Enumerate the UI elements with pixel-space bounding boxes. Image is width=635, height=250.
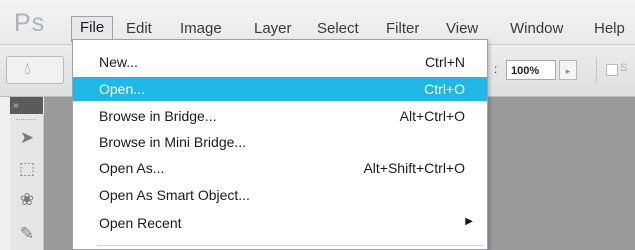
quick-selection-tool-icon[interactable]: ✎ — [16, 224, 38, 244]
menu-item-open-as-smart-object[interactable]: Open As Smart Object... — [73, 183, 487, 207]
zoom-label: : — [494, 62, 498, 76]
menu-item-label: Open... — [99, 81, 145, 97]
tool-preset-picker[interactable]: 💧︎ — [6, 56, 64, 84]
menu-layer[interactable]: Layer — [254, 20, 292, 38]
menu-item-open-recent[interactable]: Open Recent ▶ — [73, 211, 487, 235]
menu-window[interactable]: Window — [510, 20, 563, 38]
menu-item-label: Open Recent — [99, 215, 182, 231]
app-logo: Ps — [14, 9, 46, 37]
options-checkbox[interactable] — [606, 64, 618, 76]
zoom-input[interactable]: 100% — [506, 60, 556, 80]
menu-edit[interactable]: Edit — [126, 20, 152, 38]
panel-grip[interactable] — [16, 119, 36, 122]
photoshop-window: Ps File Edit Image Layer Select Filter V… — [0, 0, 635, 250]
tools-panel-header[interactable]: » — [10, 97, 43, 114]
menu-item-shortcut: Ctrl+N — [424, 54, 465, 70]
menu-help[interactable]: Help — [594, 20, 625, 38]
menu-item-new[interactable]: New... Ctrl+N — [73, 50, 487, 74]
menu-item-shortcut: Alt+Shift+Ctrl+O — [363, 160, 465, 176]
zoom-stepper-button[interactable]: ▸ — [559, 60, 577, 80]
menu-item-shortcut: Ctrl+O — [424, 81, 465, 97]
menu-item-open-as[interactable]: Open As... Alt+Shift+Ctrl+O — [73, 156, 487, 180]
menu-select[interactable]: Select — [317, 20, 359, 38]
water-drop-icon: 💧︎ — [24, 59, 31, 78]
menu-item-open[interactable]: Open... Ctrl+O — [73, 77, 487, 101]
menu-item-label: New... — [99, 54, 138, 70]
submenu-arrow-icon: ▶ — [465, 216, 473, 227]
tools-panel: ➤ ⬚ ❀ ✎ — [10, 114, 44, 250]
menu-view[interactable]: View — [446, 20, 478, 38]
menu-item-label: Open As Smart Object... — [99, 187, 250, 203]
menu-filter[interactable]: Filter — [386, 20, 419, 38]
menu-item-shortcut: Alt+Ctrl+O — [399, 108, 465, 124]
file-menu-dropdown: New... Ctrl+N Open... Ctrl+O Browse in B… — [72, 39, 488, 250]
menu-item-label: Browse in Bridge... — [99, 108, 217, 124]
options-checkbox-label: S — [620, 62, 628, 74]
menu-separator — [97, 245, 483, 246]
lasso-tool-icon[interactable]: ❀ — [16, 190, 38, 210]
options-divider — [596, 57, 597, 83]
menu-item-browse-in-mini-bridge[interactable]: Browse in Mini Bridge... — [73, 130, 487, 154]
menu-image[interactable]: Image — [180, 20, 222, 38]
menu-item-browse-in-bridge[interactable]: Browse in Bridge... Alt+Ctrl+O — [73, 104, 487, 128]
marquee-tool-icon[interactable]: ⬚ — [16, 159, 38, 179]
move-tool-icon[interactable]: ➤ — [16, 128, 38, 148]
menu-item-label: Browse in Mini Bridge... — [99, 134, 247, 150]
menu-item-label: Open As... — [99, 160, 165, 176]
